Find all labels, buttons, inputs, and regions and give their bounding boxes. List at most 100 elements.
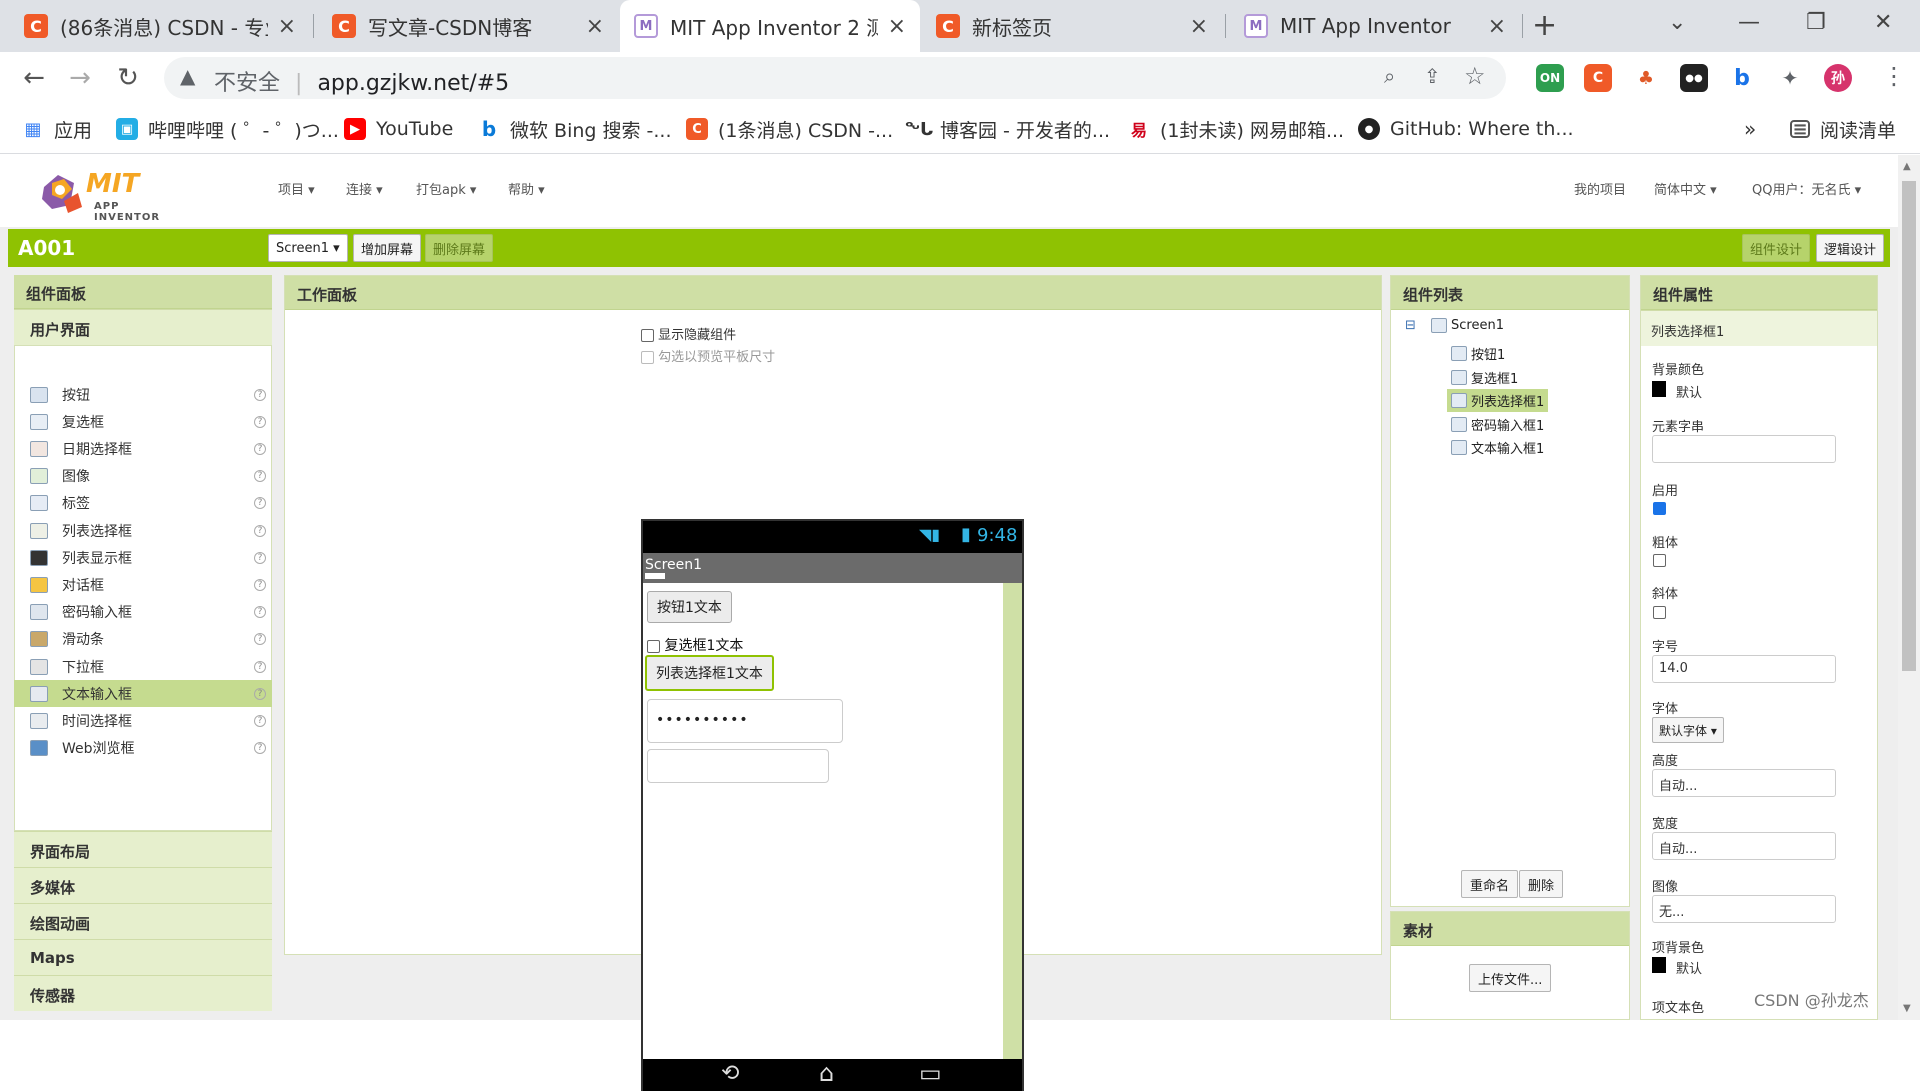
tab-search-chevron-icon[interactable]: ⌄	[1668, 10, 1686, 35]
delete-button[interactable]: 删除	[1519, 870, 1564, 898]
menu-connect[interactable]: 连接 ▾	[346, 179, 383, 198]
collapse-icon[interactable]: ⊟	[1405, 318, 1416, 333]
phone-button-1[interactable]: 按钮1文本	[647, 591, 732, 623]
prop-font-select[interactable]: 默认字体 ▾	[1652, 717, 1724, 743]
palette-section-user-interface[interactable]: 用户界面	[14, 309, 272, 345]
scroll-up-arrow-icon[interactable]: ▲	[1903, 161, 1911, 172]
window-close-button[interactable]: ✕	[1874, 10, 1892, 35]
tree-item[interactable]: 复选框1	[1447, 366, 1522, 389]
back-arrow-icon[interactable]: ←	[18, 62, 50, 94]
palette-item[interactable]: 标签?	[14, 490, 272, 517]
tab-write-article[interactable]: C 写文章-CSDN博客 ×	[318, 0, 618, 52]
phone-checkbox-box[interactable]	[647, 639, 660, 653]
close-icon[interactable]: ×	[1190, 14, 1208, 39]
help-icon[interactable]: ?	[254, 578, 266, 591]
palette-item[interactable]: 时间选择框?	[14, 707, 272, 734]
phone-password-input[interactable]: ••••••••••	[647, 699, 843, 743]
remove-screen-button[interactable]: 删除屏幕	[425, 234, 494, 262]
bookmark-star-icon[interactable]: ☆	[1464, 62, 1486, 90]
prop-item-bg-swatch[interactable]	[1652, 957, 1666, 973]
tab-mit-test[interactable]: M MIT App Inventor 2 测试 ×	[620, 0, 920, 52]
forward-arrow-icon[interactable]: →	[64, 62, 96, 94]
palette-item[interactable]: 图像?	[14, 463, 272, 490]
reading-list-button[interactable]: ≡ 阅读清单	[1790, 116, 1896, 142]
palette-item[interactable]: 日期选择框?	[14, 435, 272, 462]
blocks-button[interactable]: 逻辑设计	[1816, 234, 1885, 262]
extension-dots-icon[interactable]: ●●	[1680, 64, 1708, 92]
extensions-puzzle-icon[interactable]: ✦	[1776, 64, 1804, 92]
prop-fontsize-input[interactable]: 14.0	[1652, 655, 1836, 683]
prop-height-input[interactable]: 自动...	[1652, 769, 1836, 797]
menu-build-apk[interactable]: 打包apk ▾	[416, 179, 476, 198]
prop-italic-checkbox[interactable]	[1653, 606, 1666, 619]
help-icon[interactable]: ?	[254, 633, 266, 646]
menu-project[interactable]: 项目 ▾	[278, 179, 315, 198]
tab-mit-app-inventor[interactable]: M MIT App Inventor ×	[1230, 0, 1520, 52]
address-text[interactable]: 不安全 | app.gzjkw.net/#5	[214, 65, 509, 97]
add-screen-button[interactable]: 增加屏幕	[353, 234, 422, 262]
bookmark-csdn[interactable]: C (1条消息) CSDN -...	[686, 116, 893, 142]
help-icon[interactable]: ?	[254, 388, 266, 401]
help-icon[interactable]: ?	[254, 660, 266, 673]
address-bar[interactable]: ▲ 不安全 | app.gzjkw.net/#5 ⌕ ⇪ ☆	[164, 57, 1506, 99]
tree-item[interactable]: 按钮1	[1447, 342, 1509, 365]
new-tab-button[interactable]: +	[1532, 8, 1557, 43]
prop-width-input[interactable]: 自动...	[1652, 832, 1836, 860]
menu-my-projects[interactable]: 我的项目	[1574, 179, 1626, 198]
tablet-preview-checkbox[interactable]	[641, 351, 654, 364]
help-icon[interactable]: ?	[254, 470, 266, 483]
palette-item[interactable]: 列表显示框?	[14, 544, 272, 571]
prop-bold-checkbox[interactable]	[1653, 554, 1666, 567]
prop-elements-input[interactable]	[1652, 435, 1836, 463]
upload-file-button[interactable]: 上传文件...	[1469, 964, 1552, 992]
show-hidden-checkbox[interactable]	[641, 329, 654, 342]
bookmark-apps[interactable]: ▦ 应用	[22, 116, 92, 142]
help-icon[interactable]: ?	[254, 714, 266, 727]
designer-button[interactable]: 组件设计	[1742, 234, 1811, 262]
scroll-down-arrow-icon[interactable]: ▼	[1903, 1003, 1911, 1014]
page-scrollbar[interactable]: ▲ ▼	[1898, 155, 1920, 1020]
extension-clover-icon[interactable]: ♣	[1632, 64, 1660, 92]
tree-root-screen1[interactable]: Screen1	[1431, 318, 1504, 333]
bookmark-youtube[interactable]: ▶ YouTube	[344, 116, 453, 142]
profile-avatar[interactable]: 孙	[1824, 64, 1852, 92]
help-icon[interactable]: ?	[254, 524, 266, 537]
bookmark-github[interactable]: ● GitHub: Where th...	[1358, 116, 1574, 142]
phone-checkbox-1[interactable]: 复选框1文本	[647, 635, 743, 655]
bookmark-bing[interactable]: b 微软 Bing 搜索 -...	[478, 116, 672, 142]
palette-item[interactable]: 按钮?	[14, 381, 272, 408]
extension-on-icon[interactable]: ON	[1536, 64, 1564, 92]
prop-enabled-checkbox[interactable]	[1653, 502, 1666, 515]
tablet-preview-option[interactable]: 勾选以预览平板尺寸	[641, 346, 775, 365]
screen-select[interactable]: Screen1 ▾	[268, 234, 348, 262]
palette-item[interactable]: 列表选择框?	[14, 517, 272, 544]
palette-category-layout[interactable]: 界面布局	[14, 831, 272, 867]
reload-icon[interactable]: ↻	[112, 62, 144, 94]
palette-category-maps[interactable]: Maps	[14, 939, 272, 975]
show-hidden-option[interactable]: 显示隐藏组件	[641, 324, 736, 343]
phone-listpicker-1[interactable]: 列表选择框1文本	[645, 655, 774, 691]
help-icon[interactable]: ?	[254, 442, 266, 455]
share-icon[interactable]: ⇪	[1424, 64, 1441, 88]
browser-menu-icon[interactable]: ⋮	[1882, 62, 1906, 90]
palette-category-media[interactable]: 多媒体	[14, 867, 272, 903]
menu-language[interactable]: 简体中文 ▾	[1654, 179, 1717, 198]
prop-bg-color-swatch[interactable]	[1652, 381, 1666, 397]
close-icon[interactable]: ×	[586, 14, 604, 39]
palette-item[interactable]: Web浏览框?	[14, 735, 272, 762]
help-icon[interactable]: ?	[254, 497, 266, 510]
warning-icon[interactable]: ▲	[180, 64, 195, 88]
palette-item[interactable]: 密码输入框?	[14, 599, 272, 626]
more-bookmarks-button[interactable]: »	[1744, 116, 1756, 142]
bookmark-cnblogs[interactable]: ᖓ 博客园 - 开发者的...	[905, 116, 1110, 142]
rename-button[interactable]: 重命名	[1461, 870, 1519, 898]
prop-item-bg-value[interactable]: 默认	[1676, 958, 1702, 977]
extension-bing-icon[interactable]: b	[1728, 64, 1756, 92]
palette-item[interactable]: 文本输入框?	[14, 680, 272, 708]
tree-item[interactable]: 文本输入框1	[1447, 436, 1548, 459]
menu-help[interactable]: 帮助 ▾	[508, 179, 545, 198]
prop-bg-color-value[interactable]: 默认	[1676, 382, 1702, 401]
minimize-button[interactable]: —	[1738, 10, 1760, 35]
restore-button[interactable]: ❐	[1806, 10, 1826, 35]
scrollbar-thumb[interactable]	[1902, 181, 1916, 671]
